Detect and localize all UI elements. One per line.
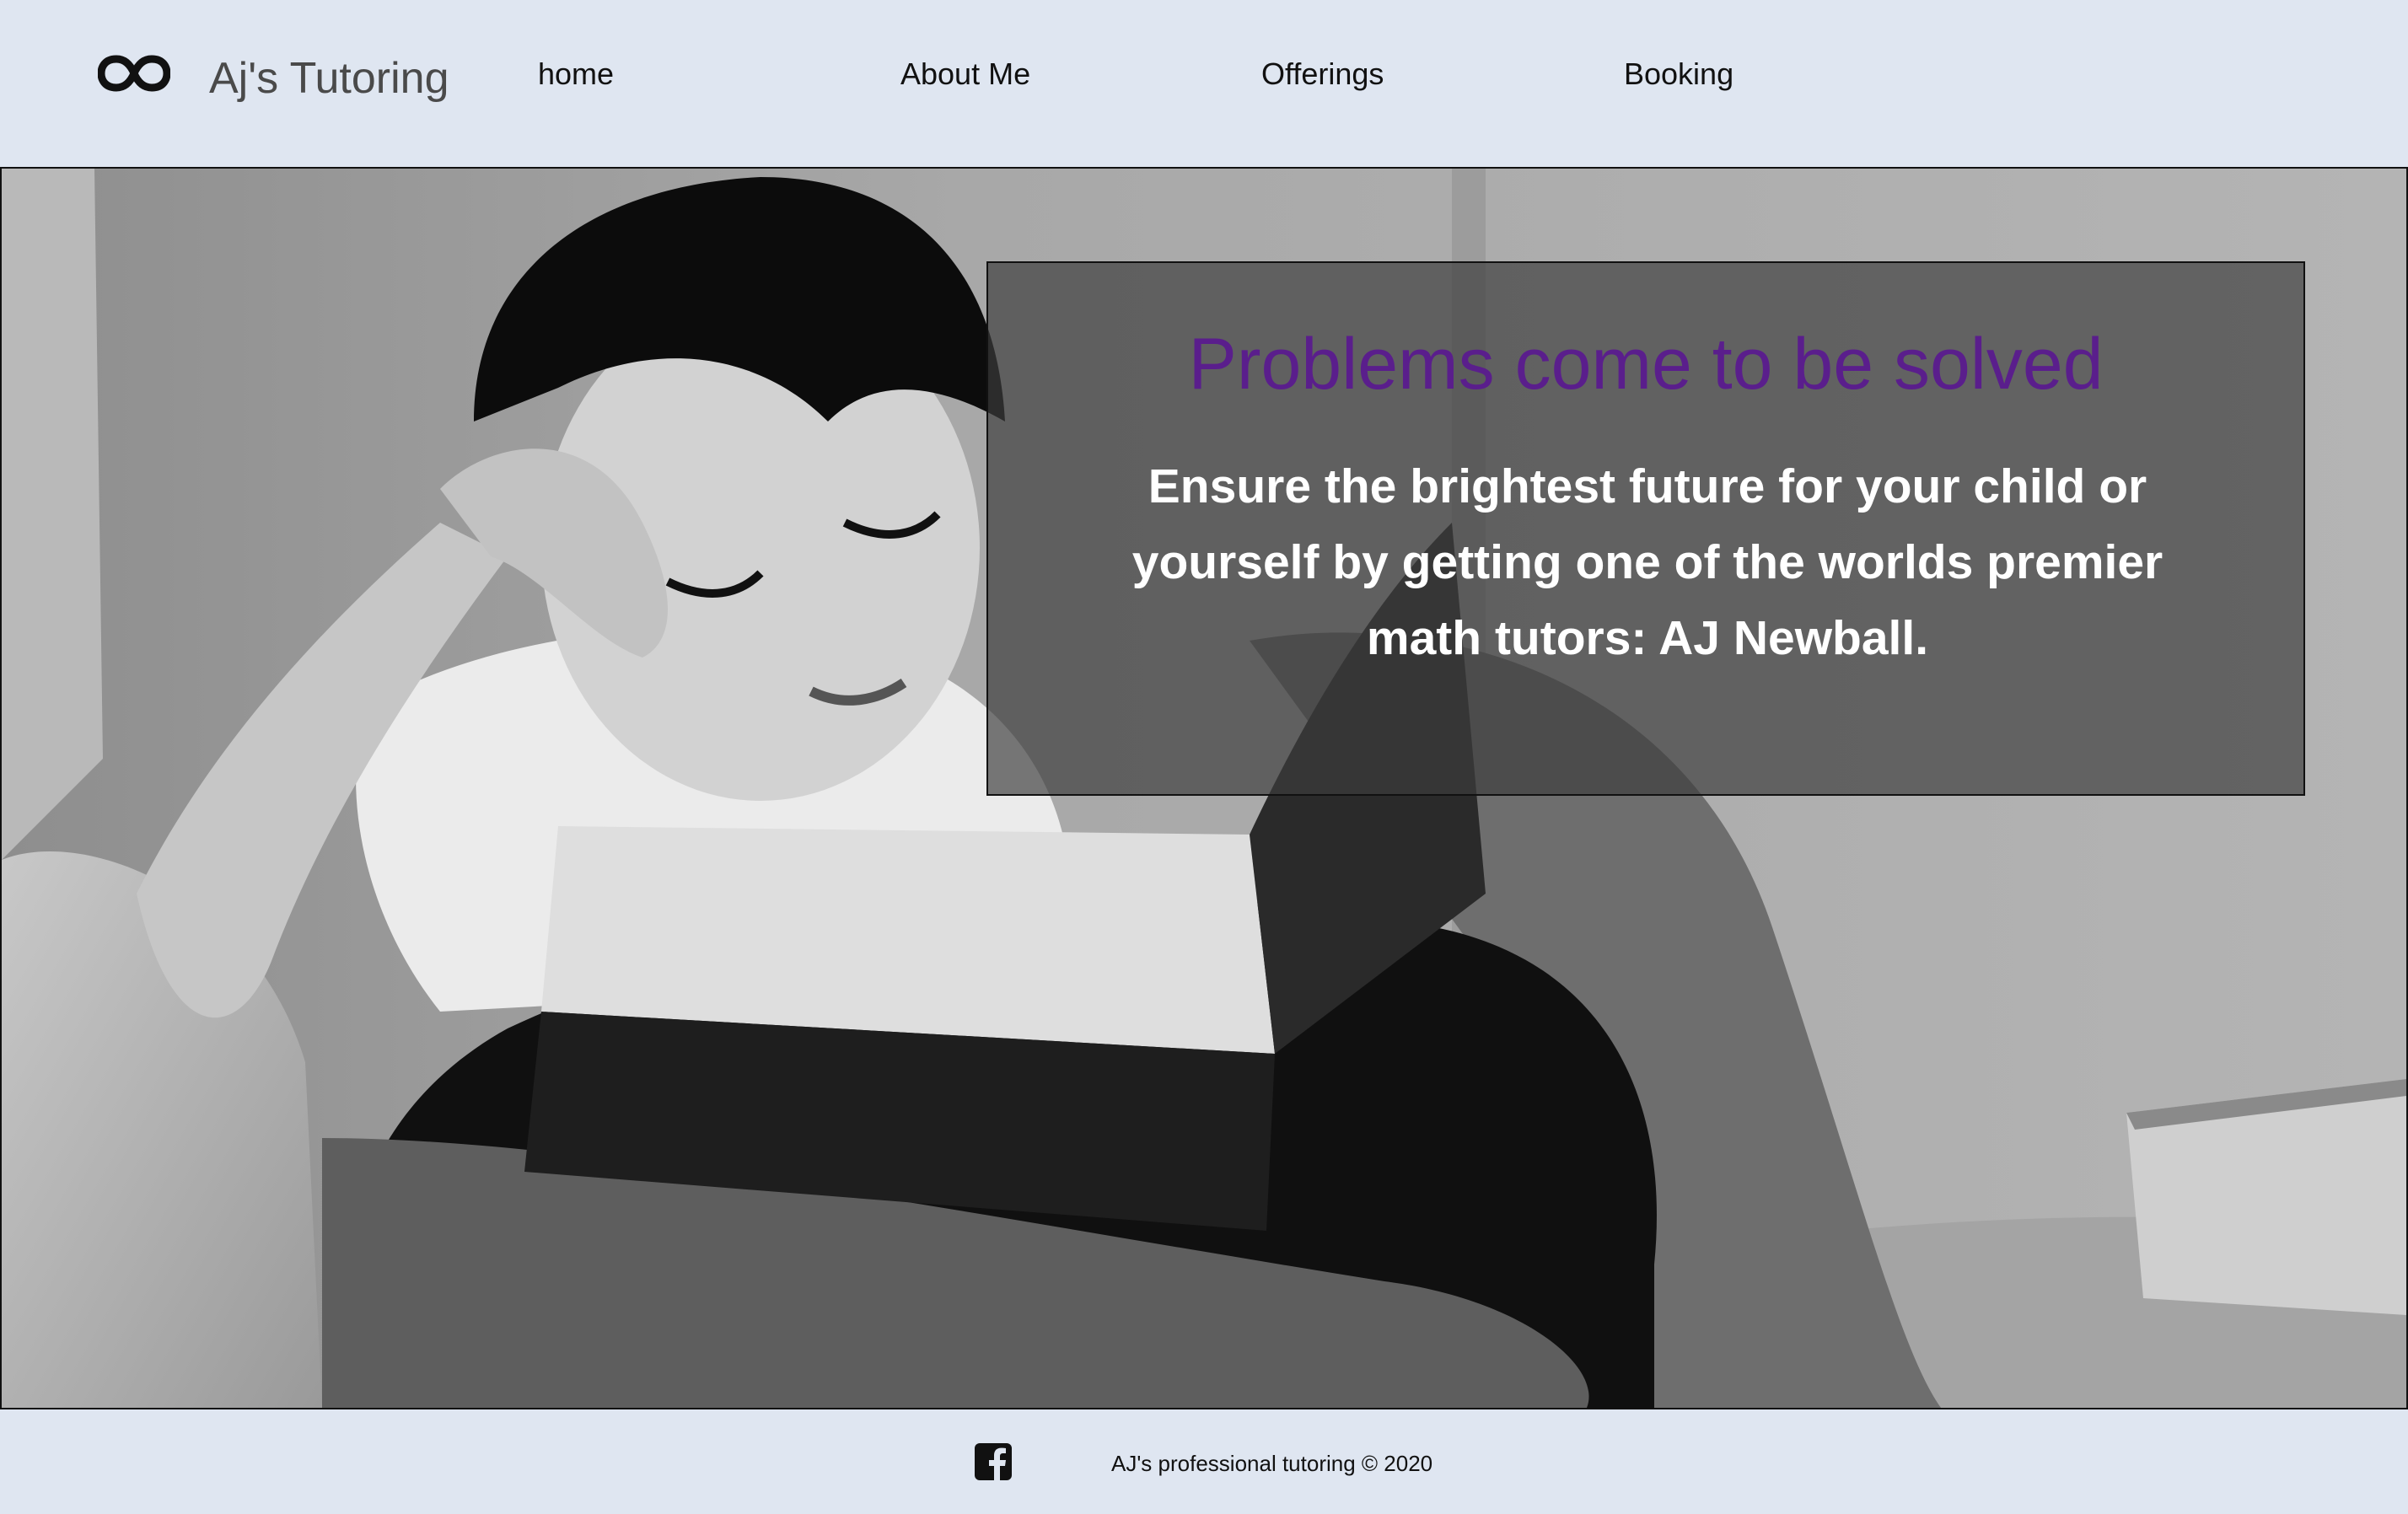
hero-section: Problems come to be solved Ensure the br… [0,167,2408,1409]
nav-offerings[interactable]: Offerings [1261,52,1384,96]
facebook-icon[interactable] [975,1443,1012,1480]
hero-overlay-box: Problems come to be solved Ensure the br… [986,261,2305,796]
brand-name[interactable]: Aj's Tutoring [209,49,449,108]
hero-title: Problems come to be solved [1188,324,2104,405]
site-header: Aj's Tutoring home About Me Offerings Bo… [0,0,2408,165]
hero-description: Ensure the brightest future for your chi… [1131,459,2163,665]
nav-about-me[interactable]: About Me [900,52,1030,96]
infinity-icon[interactable] [98,54,170,93]
nav-home[interactable]: home [538,52,614,96]
copyright-text: AJ's professional tutoring © 2020 [1111,1451,1433,1476]
site-footer: AJ's professional tutoring © 2020 [0,1409,2408,1514]
nav-booking[interactable]: Booking [1624,52,1733,96]
page: Aj's Tutoring home About Me Offerings Bo… [0,0,2408,1514]
